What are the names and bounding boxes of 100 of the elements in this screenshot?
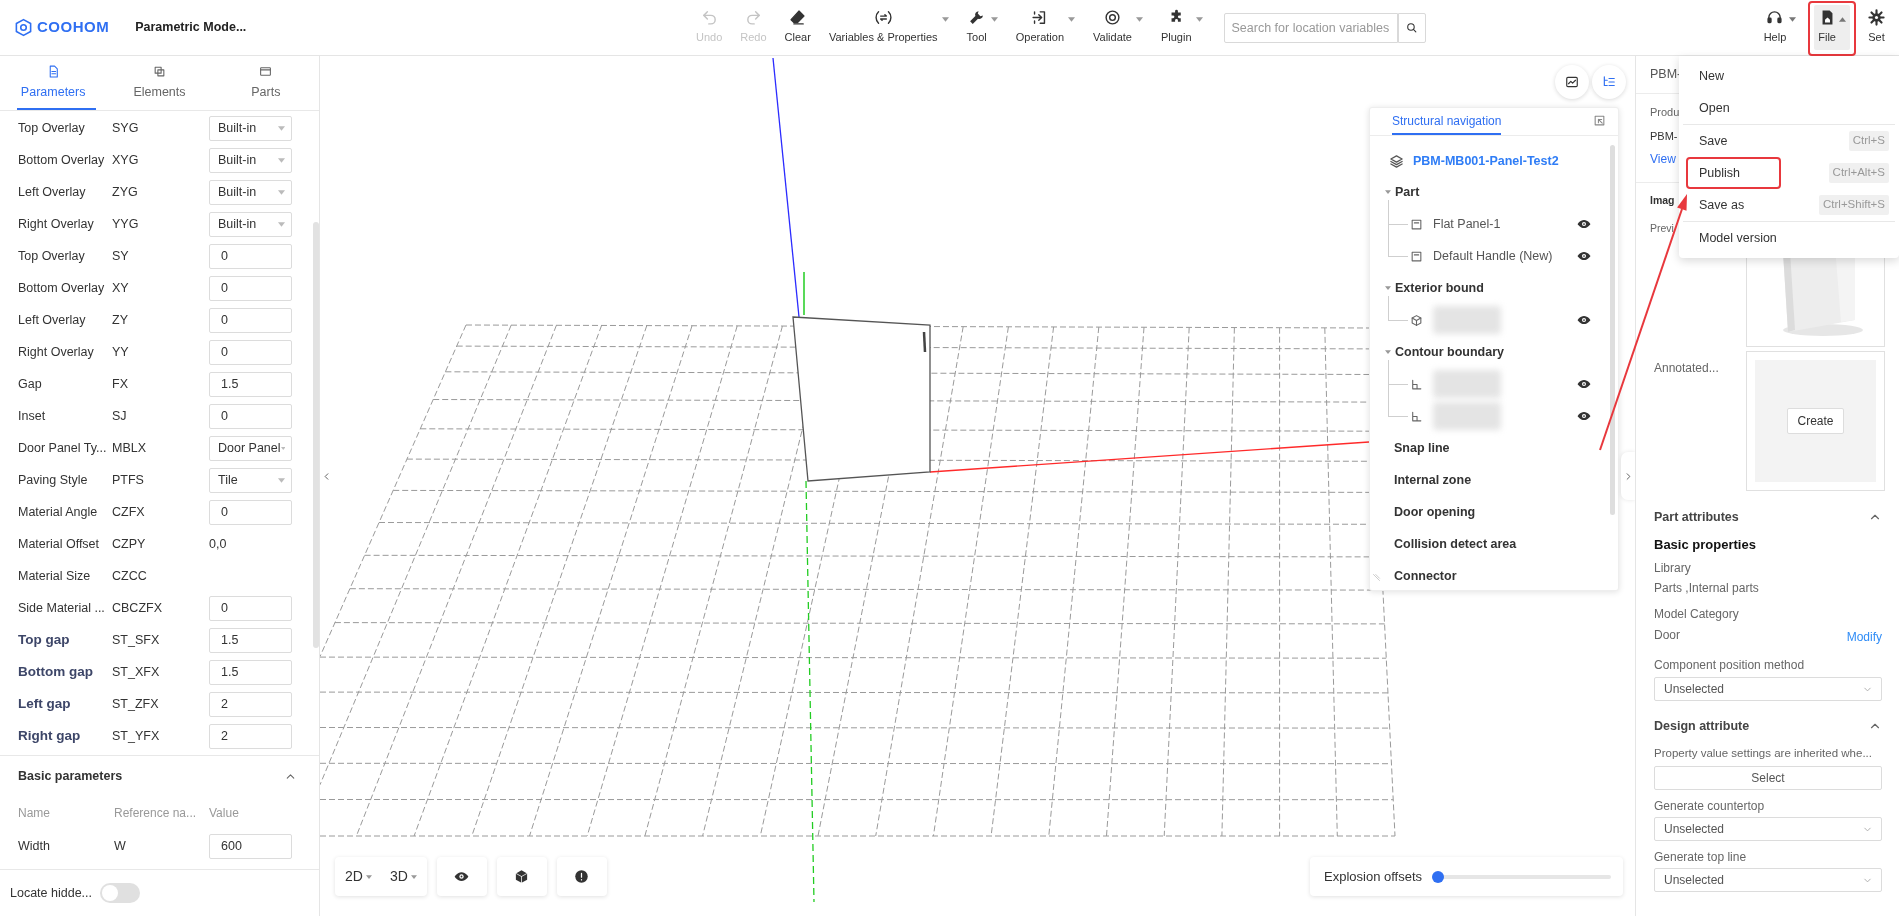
tree-item[interactable]: Part [1395,182,1420,202]
swap-arrows-icon [874,9,892,27]
caret-icon[interactable] [1385,286,1391,290]
menu-item[interactable]: Model version [1679,222,1899,254]
input-field[interactable]: 1.5 [209,371,292,397]
parameter-code: MBLX [112,439,148,457]
eye-icon[interactable] [1577,313,1591,327]
caret-icon[interactable] [1385,190,1391,194]
parameter-name: Side Material ... [18,599,106,617]
expand-icon[interactable] [1593,114,1606,127]
input-field[interactable]: 600 [209,833,292,859]
dropdown-field[interactable]: Built-in [209,211,292,237]
caret-icon [278,189,285,195]
tree-item[interactable]: Snap line [1394,438,1450,458]
input-field[interactable]: 1.5 [209,659,292,685]
explosion-slider[interactable] [1434,870,1611,883]
toolbar-button[interactable]: Variables & Properties [825,9,952,46]
logo-icon [14,18,33,37]
dropdown-field[interactable]: Unselected [1654,817,1882,841]
eye-icon[interactable] [1577,249,1591,263]
shortcut-key: Ctrl+S [1848,131,1889,151]
search-button[interactable] [1397,12,1426,43]
toolbar-button[interactable]: Clear [781,9,814,46]
field-value: PBM- [1650,128,1678,144]
input-field[interactable]: 0 [209,595,292,621]
tree-item[interactable]: Internal zone [1394,470,1472,490]
toolbar-button[interactable]: File [1814,5,1850,50]
eye-icon[interactable] [1577,377,1591,391]
dropdown-field[interactable]: Tile [209,467,292,493]
parameter-name: Top Overlay [18,119,86,137]
scrollbar[interactable] [1610,145,1615,515]
toolbar-button[interactable]: Operation [1012,9,1078,46]
menu-item[interactable]: Publish Ctrl+Alt+S [1679,157,1899,189]
dropdown-field[interactable]: Built-in [209,115,292,141]
input-field[interactable]: 0 [209,243,292,269]
shortcut-key: Ctrl+Alt+S [1828,163,1889,183]
toolbar-button[interactable]: Validate [1090,9,1146,46]
input-field[interactable]: 2 [209,691,292,717]
toolbar-button[interactable]: Plugin [1157,9,1206,46]
search-field[interactable]: Search for location variables [1223,12,1398,43]
shortcut-key: Ctrl+Shift+S [1819,195,1889,215]
modify-link[interactable]: Modify [1846,628,1882,646]
scrollbar[interactable] [313,222,319,648]
tree-item[interactable]: Contour boundary [1395,342,1504,362]
caret-icon [278,477,285,483]
caret-icon [278,221,285,227]
parameter-code: ST_ZFX [112,695,160,713]
caret-icon[interactable] [1385,350,1391,354]
tree-item[interactable]: Door opening [1394,502,1476,522]
tab[interactable]: Parameters [0,56,107,110]
input-field[interactable]: 2 [209,723,292,749]
input-field[interactable]: 0 [209,339,292,365]
input-field[interactable]: 0 [209,275,292,301]
parameter-name: Paving Style [18,471,89,489]
tool-button[interactable] [436,857,487,896]
eye-icon[interactable] [1577,217,1591,231]
dropdown-field[interactable]: Built-in [209,147,292,173]
dropdown-field[interactable]: Door Panel [209,435,292,461]
slider-thumb[interactable] [1431,870,1444,883]
tree-item[interactable]: Default Handle (New) [1433,246,1553,266]
toolbar-button[interactable]: Set [1864,5,1889,50]
view-mode-button[interactable]: 2D [341,866,376,887]
menu-item[interactable]: Save Ctrl+S [1679,125,1899,157]
tree-item[interactable]: Collision detect area [1394,534,1517,554]
tree-item[interactable]: Flat Panel-1 [1433,214,1501,234]
create-button[interactable]: Create [1787,408,1844,434]
input-field[interactable]: 0 [209,403,292,429]
input-field[interactable]: 1.5 [209,627,292,653]
resize-handle-icon[interactable] [1372,573,1381,582]
input-field[interactable]: 0 [209,307,292,333]
view-mode-button[interactable]: 3D [385,866,421,887]
parameter-code: W [114,837,127,855]
tool-button[interactable] [556,857,607,896]
tab[interactable]: Structural navigation [1392,112,1502,135]
input-field[interactable]: 0 [209,499,292,525]
tool-button[interactable] [496,857,547,896]
parameter-code: SY [112,247,130,265]
tab[interactable]: Parts [212,56,319,110]
select-button[interactable]: Select [1654,766,1882,790]
tree-item[interactable]: Connector [1394,566,1457,586]
toggle-switch[interactable] [100,883,140,903]
dropdown-field[interactable]: Unselected [1654,868,1882,892]
menu-item[interactable]: Save as Ctrl+Shift+S [1679,189,1899,221]
parameter-name: Right Overlay [18,215,95,233]
eye-icon[interactable] [1577,409,1591,423]
view-link[interactable]: View [1650,150,1676,168]
tab[interactable]: Elements [106,56,213,110]
toolbar-button[interactable]: Help [1759,5,1801,50]
tree-icon [1602,75,1616,89]
column-header: Name [18,805,51,822]
tree-root[interactable]: PBM-MB001-Panel-Test2 [1413,152,1559,171]
dropdown-field[interactable]: Built-in [209,179,292,205]
tree-item[interactable]: Exterior bound [1395,278,1484,298]
subsection-title: Basic properties [1654,536,1757,555]
toolbar-button[interactable]: Tool [963,9,1001,46]
menu-item[interactable]: New [1679,60,1899,92]
view-button[interactable] [1555,65,1589,99]
menu-item[interactable]: Open [1679,92,1899,124]
document-title: Parametric Mode... [135,19,247,37]
dropdown-field[interactable]: Unselected [1654,677,1882,701]
